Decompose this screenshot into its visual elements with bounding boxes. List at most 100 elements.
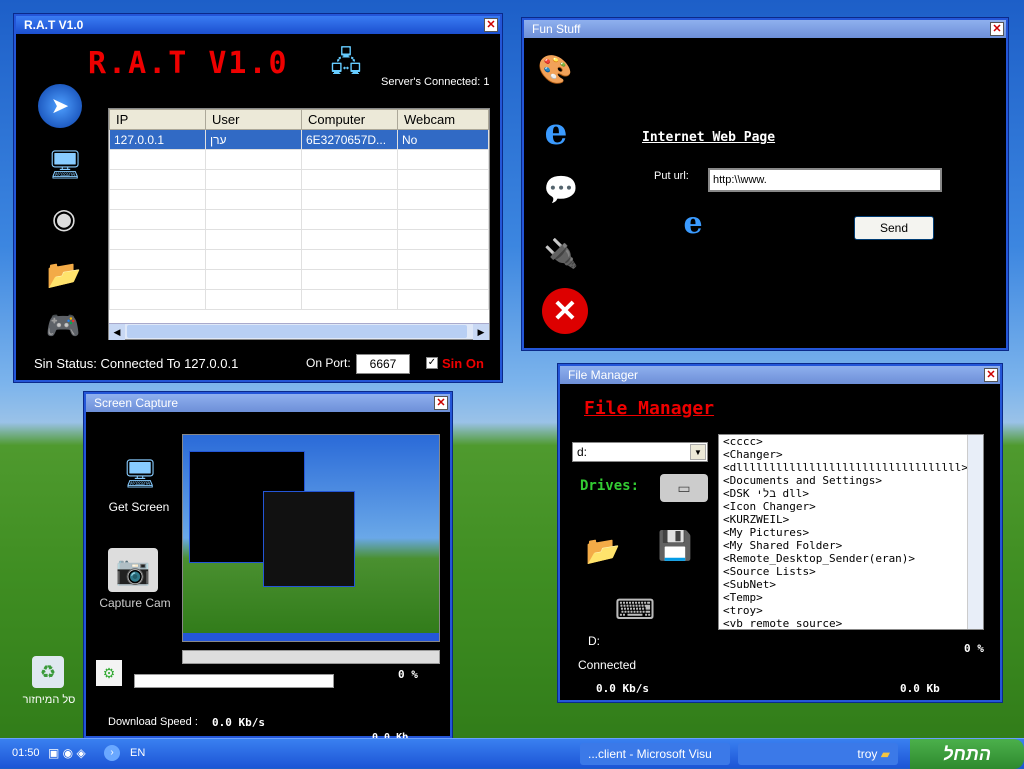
battery-icon[interactable]: 🔌 <box>538 230 584 276</box>
paint-icon[interactable]: 🎨 <box>532 46 578 92</box>
drives-label: Drives: <box>580 478 640 494</box>
close-x-icon[interactable]: ✕ <box>542 288 588 334</box>
vertical-scrollbar[interactable] <box>967 435 983 629</box>
list-item[interactable]: <Changer> <box>719 448 983 461</box>
url-input[interactable]: http:\\www. <box>708 168 942 192</box>
column-webcam[interactable]: Webcam <box>397 109 489 130</box>
message-icon[interactable]: 💬 <box>538 166 584 212</box>
list-item[interactable]: <Icon Changer> <box>719 500 983 513</box>
internet-explorer-icon[interactable]: e <box>534 110 578 154</box>
sin-on-checkbox[interactable]: ✓ <box>426 357 438 369</box>
quicklaunch-icon[interactable]: › <box>104 745 120 761</box>
screenshot-preview <box>182 434 440 642</box>
list-item[interactable]: <My Pictures> <box>719 526 983 539</box>
list-item[interactable]: <SubNet> <box>719 578 983 591</box>
get-screen-label[interactable]: Get Screen <box>96 500 182 514</box>
file-manager-close-button[interactable]: ✕ <box>984 368 998 382</box>
webcam-icon[interactable]: ◉ <box>44 196 84 240</box>
taskbar-item-client[interactable]: ...client - Microsoft Visu <box>580 743 730 765</box>
table-row[interactable] <box>109 269 489 290</box>
folder-icon: ▰ <box>880 747 890 761</box>
servers-connected-label: Server's Connected: 1 <box>381 76 490 88</box>
fun-stuff-close-button[interactable]: ✕ <box>990 22 1004 36</box>
scroll-left-arrow[interactable]: ◀ <box>109 324 125 340</box>
list-item[interactable]: <My Shared Folder> <box>719 539 983 552</box>
rat-close-button[interactable]: ✕ <box>484 18 498 32</box>
sin-on-label: Sin On <box>442 356 484 371</box>
list-item[interactable]: <cccc> <box>719 435 983 448</box>
list-item[interactable]: <vb remote source> <box>719 617 983 629</box>
horizontal-scrollbar[interactable]: ◀ ▶ <box>109 323 489 340</box>
download-speed-value: 0.0 Kb/s <box>212 716 265 729</box>
table-row[interactable] <box>109 189 489 210</box>
rat-titlebar[interactable]: R.A.T V1.0 ✕ <box>16 16 500 34</box>
list-item[interactable]: <Source Lists> <box>719 565 983 578</box>
recycle-bin-icon[interactable]: ♻ <box>32 656 64 688</box>
fun-stuff-icon[interactable]: 🎮 <box>38 308 88 342</box>
table-row[interactable] <box>109 149 489 170</box>
file-manager-icon[interactable]: 📂 <box>42 254 86 294</box>
taskbar-item-troy[interactable]: troy ▰ <box>738 743 898 765</box>
connect-globe-icon[interactable]: ➤ <box>38 84 82 128</box>
folder-list[interactable]: <cccc> <Changer> <dlllllllllllllllllllll… <box>718 434 984 630</box>
start-label: התחל <box>943 744 991 764</box>
language-indicator[interactable]: EN <box>130 747 145 759</box>
screen-capture-icon[interactable]: 🖥 <box>42 144 88 184</box>
floppy-computer-icon[interactable]: 💾 <box>650 522 700 568</box>
list-item[interactable]: <Remote_Desktop_Sender(eran)> <box>719 552 983 565</box>
recycle-bin-label: סל המיחזור <box>22 694 76 706</box>
camera-icon[interactable]: 📷 <box>108 548 158 592</box>
send-button[interactable]: Send <box>854 216 934 240</box>
start-button[interactable]: התחל <box>910 739 1024 769</box>
port-input[interactable]: 6667 <box>356 354 410 374</box>
screen-capture-title: Screen Capture <box>94 396 179 410</box>
cell-ip: 127.0.0.1 <box>109 129 206 150</box>
table-row[interactable] <box>109 289 489 310</box>
column-user[interactable]: User <box>205 109 302 130</box>
cell-computer: 6E3270657D... <box>301 129 398 150</box>
port-label: On Port: <box>306 356 351 370</box>
file-percent: 0 % <box>964 642 984 655</box>
tray-icons: ▣ ◉ ◈ <box>48 746 86 760</box>
file-manager-title: File Manager <box>568 368 639 382</box>
get-screen-icon[interactable]: 🖥 <box>116 450 164 496</box>
file-manager-window: File Manager ✕ File Manager d: ▼ Drives: … <box>558 364 1002 702</box>
table-row[interactable] <box>109 249 489 270</box>
screen-capture-close-button[interactable]: ✕ <box>434 396 448 410</box>
folder-icon[interactable]: 📂 <box>578 530 628 570</box>
list-item[interactable]: <Temp> <box>719 591 983 604</box>
keyboard-icon[interactable]: ⌨ <box>610 594 660 625</box>
list-item[interactable]: <troy> <box>719 604 983 617</box>
list-item[interactable]: <DSK בלי dll> <box>719 487 983 500</box>
table-row[interactable]: 127.0.0.1 ערן 6E3270657D... No <box>109 129 489 150</box>
download-progress-bar <box>134 674 334 688</box>
fun-stuff-titlebar[interactable]: Fun Stuff ✕ <box>524 20 1006 38</box>
internet-web-page-heading: Internet Web Page <box>642 130 776 145</box>
list-item[interactable]: <dllllllllllllllllllllllllllllllllll> <box>719 461 983 474</box>
preview-window-2 <box>263 491 355 587</box>
screen-capture-titlebar[interactable]: Screen Capture ✕ <box>86 394 450 412</box>
ie-logo-icon: e <box>683 205 703 241</box>
chevron-down-icon[interactable]: ▼ <box>690 444 706 460</box>
file-manager-titlebar[interactable]: File Manager ✕ <box>560 366 1000 384</box>
table-row[interactable] <box>109 229 489 250</box>
column-computer[interactable]: Computer <box>301 109 398 130</box>
list-item[interactable]: <Documents and Settings> <box>719 474 983 487</box>
drive-select[interactable]: d: ▼ <box>572 442 708 462</box>
preview-taskbar <box>183 633 439 641</box>
hard-drive-icon[interactable]: ▭ <box>660 474 708 502</box>
taskbar-item-troy-label: troy <box>857 747 878 761</box>
cell-user: ערן <box>205 129 302 150</box>
capture-cam-label[interactable]: Capture Cam <box>92 596 178 610</box>
clock: 01:50 <box>12 747 40 759</box>
table-row[interactable] <box>109 209 489 230</box>
sin-status: Sin Status: Connected To 127.0.0.1 <box>34 356 239 371</box>
rat-logo: R.A.T V1.0 <box>88 46 289 81</box>
table-row[interactable] <box>109 169 489 190</box>
list-item[interactable]: <KURZWEIL> <box>719 513 983 526</box>
scroll-right-arrow[interactable]: ▶ <box>473 324 489 340</box>
column-ip[interactable]: IP <box>109 109 206 130</box>
taskbar: 01:50 ▣ ◉ ◈ › EN ...client - Microsoft V… <box>0 738 1024 769</box>
screen-percent: 0 % <box>398 668 418 681</box>
scroll-thumb[interactable] <box>127 325 467 338</box>
